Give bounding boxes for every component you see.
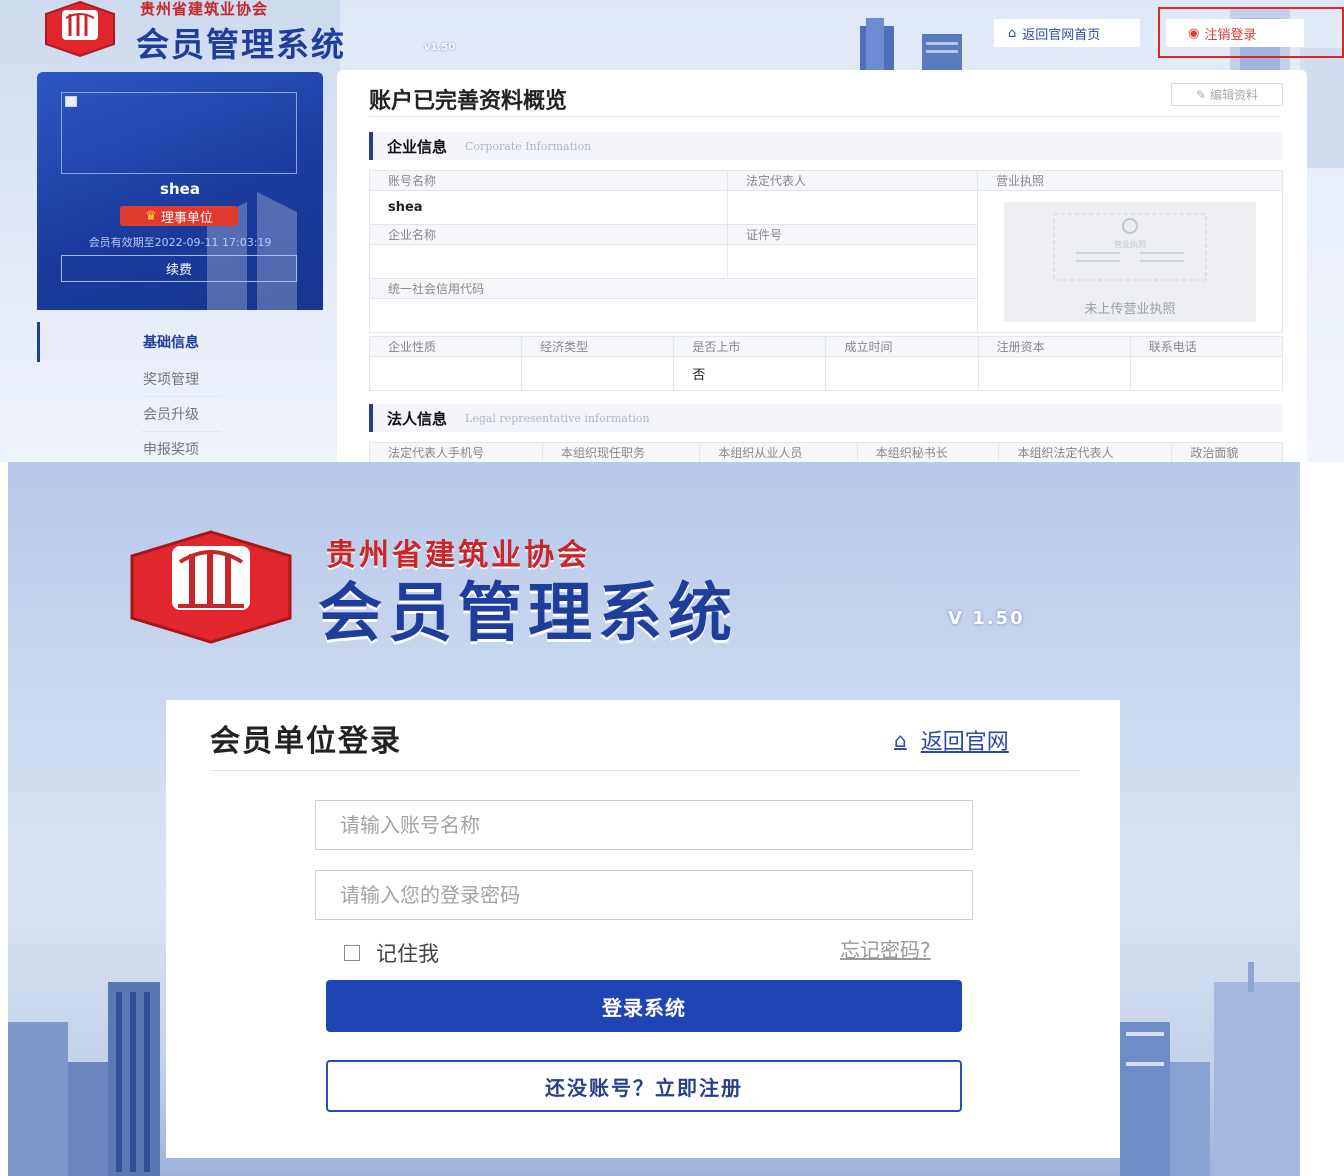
profile-overview-panel: 账户已完善资料概览 ✎ 编辑资料 企业信息 Corporate Informat… <box>337 70 1307 462</box>
legal-col-phone: 法定代表人手机号 <box>369 442 543 462</box>
system-title: 会员管理系统 <box>318 577 738 651</box>
forgot-password-link[interactable]: 忘记密码? <box>840 934 931 963</box>
capital-value <box>977 356 1131 391</box>
section-subtitle: Legal representative information <box>465 411 650 425</box>
nature-value <box>368 356 523 391</box>
version-label: v1.50 <box>424 42 456 53</box>
return-home-button[interactable]: ⌂ 返回官网首页 <box>994 19 1140 47</box>
license-empty-text: 未上传营业执照 <box>1084 301 1176 317</box>
section-title: 企业信息 <box>387 137 448 156</box>
title-divider <box>210 770 1080 771</box>
remember-label: 记住我 <box>376 942 439 966</box>
sidebar-item-basic-info[interactable]: 基础信息 <box>37 322 323 362</box>
profile-name: shea <box>160 180 200 198</box>
legal-rep-value <box>727 190 978 225</box>
return-home-label: 返回官网首页 <box>1022 27 1101 43</box>
phone-value <box>1129 356 1284 391</box>
avatar <box>61 92 297 174</box>
capital-label: 注册资本 <box>977 336 1131 357</box>
association-logo-large <box>130 530 292 644</box>
crown-icon: ♛ <box>145 208 157 224</box>
logout-label: 注销登录 <box>1204 27 1257 43</box>
membership-expiry: 会员有效期至2022-09-11 17:03:19 <box>88 236 272 249</box>
system-title: 会员管理系统 <box>136 25 346 64</box>
phone-label: 联系电话 <box>1129 336 1284 357</box>
listed-label: 是否上市 <box>673 336 827 357</box>
legal-info-table: 法定代表人手机号 本组织现任职务 本组织从业人员 本组织秘书长 本组织法定代表人… <box>369 442 1283 462</box>
member-dashboard-screenshot: 贵州省建筑业协会 会员管理系统 v1.50 ⌂ 返回官网首页 ◉ 注销登录 sh… <box>0 0 1344 462</box>
title-divider <box>369 116 1281 117</box>
license-label: 营业执照 <box>977 170 1283 191</box>
section-subtitle: Corporate Information <box>465 139 592 153</box>
founded-value <box>825 356 979 391</box>
sidebar-menu: 基础信息 奖项管理 会员升级 申报奖项 <box>37 322 323 462</box>
legal-col-position: 本组织现任职务 <box>541 442 701 462</box>
nature-label: 企业性质 <box>368 336 523 357</box>
edit-icon: ✎ <box>1195 87 1207 102</box>
page-title: 账户已完善资料概览 <box>369 89 568 114</box>
corporate-info-table: 账号名称 法定代表人 营业执照 shea 营业执照 未上传营业执照 企业名称 证… <box>369 170 1283 333</box>
legal-col-political: 政治面貌 <box>1171 442 1283 462</box>
account-name-value: shea <box>369 190 728 225</box>
corporate-details-table: 企业性质 经济类型 是否上市 成立时间 注册资本 联系电话 否 <box>368 336 1284 391</box>
account-name-label: 账号名称 <box>369 170 728 191</box>
house-icon: ⌂ <box>894 728 907 752</box>
association-logo <box>45 0 115 58</box>
renew-button[interactable]: 续费 <box>61 255 297 282</box>
association-name: 贵州省建筑业协会 <box>140 0 269 18</box>
return-home-link[interactable]: ⌂ 返回官网 <box>894 724 1009 756</box>
id-no-label: 证件号 <box>727 224 978 245</box>
login-title: 会员单位登录 <box>210 724 402 759</box>
legal-col-secretary: 本组织秘书长 <box>856 442 1000 462</box>
sidebar-item-upgrade[interactable]: 会员升级 <box>37 397 323 431</box>
corporate-section-header: 企业信息 Corporate Information <box>369 132 1283 160</box>
login-page-screenshot: 贵州省建筑业协会 会员管理系统 V 1.50 会员单位登录 ⌂ 返回官网 记住我… <box>8 462 1300 1176</box>
login-button[interactable]: 登录系统 <box>326 980 962 1032</box>
econ-type-value <box>521 356 675 391</box>
login-panel: 会员单位登录 ⌂ 返回官网 记住我 忘记密码? 登录系统 还没账号？立即注册 <box>166 700 1120 1158</box>
founded-label: 成立时间 <box>825 336 979 357</box>
legal-col-legal-rep: 本组织法定代表人 <box>998 442 1173 462</box>
skyline-image <box>860 18 962 70</box>
remember-checkbox[interactable] <box>344 945 360 961</box>
remember-me[interactable]: 记住我 <box>344 938 439 968</box>
sidebar-item-awards[interactable]: 奖项管理 <box>37 362 323 396</box>
legal-section-header: 法人信息 Legal representative information <box>369 404 1283 432</box>
credit-code-label: 统一社会信用代码 <box>369 278 978 299</box>
license-icon-caption: 营业执照 <box>1114 239 1146 249</box>
section-title: 法人信息 <box>387 409 448 428</box>
profile-card: shea ♛ 理事单位 会员有效期至2022-09-11 17:03:19 续费 <box>37 72 323 310</box>
edit-profile-label: 编辑资料 <box>1210 88 1259 102</box>
company-name-label: 企业名称 <box>369 224 728 245</box>
register-button[interactable]: 还没账号？立即注册 <box>326 1060 962 1112</box>
house-icon: ⌂ <box>1008 25 1017 41</box>
return-home-label: 返回官网 <box>920 730 1009 755</box>
member-level-label: 理事单位 <box>160 210 213 226</box>
password-input[interactable] <box>315 870 973 920</box>
company-name-value <box>369 244 728 279</box>
logout-button[interactable]: ◉ 注销登录 <box>1166 19 1304 47</box>
broken-image-icon <box>65 96 77 107</box>
sidebar-item-apply-award[interactable]: 申报奖项 <box>37 432 323 462</box>
license-placeholder: 营业执照 未上传营业执照 <box>1004 201 1256 322</box>
member-level-badge: ♛ 理事单位 <box>120 206 238 226</box>
id-no-value <box>727 244 978 279</box>
econ-type-label: 经济类型 <box>521 336 675 357</box>
edit-profile-button[interactable]: ✎ 编辑资料 <box>1171 83 1283 106</box>
license-cell: 营业执照 未上传营业执照 <box>977 190 1283 333</box>
legal-rep-label: 法定代表人 <box>727 170 978 191</box>
power-icon: ◉ <box>1188 25 1200 41</box>
account-input[interactable] <box>315 800 973 850</box>
legal-col-staff: 本组织从业人员 <box>699 442 858 462</box>
credit-code-value <box>369 298 978 333</box>
version-label: V 1.50 <box>948 608 1025 629</box>
listed-value: 否 <box>673 356 827 391</box>
